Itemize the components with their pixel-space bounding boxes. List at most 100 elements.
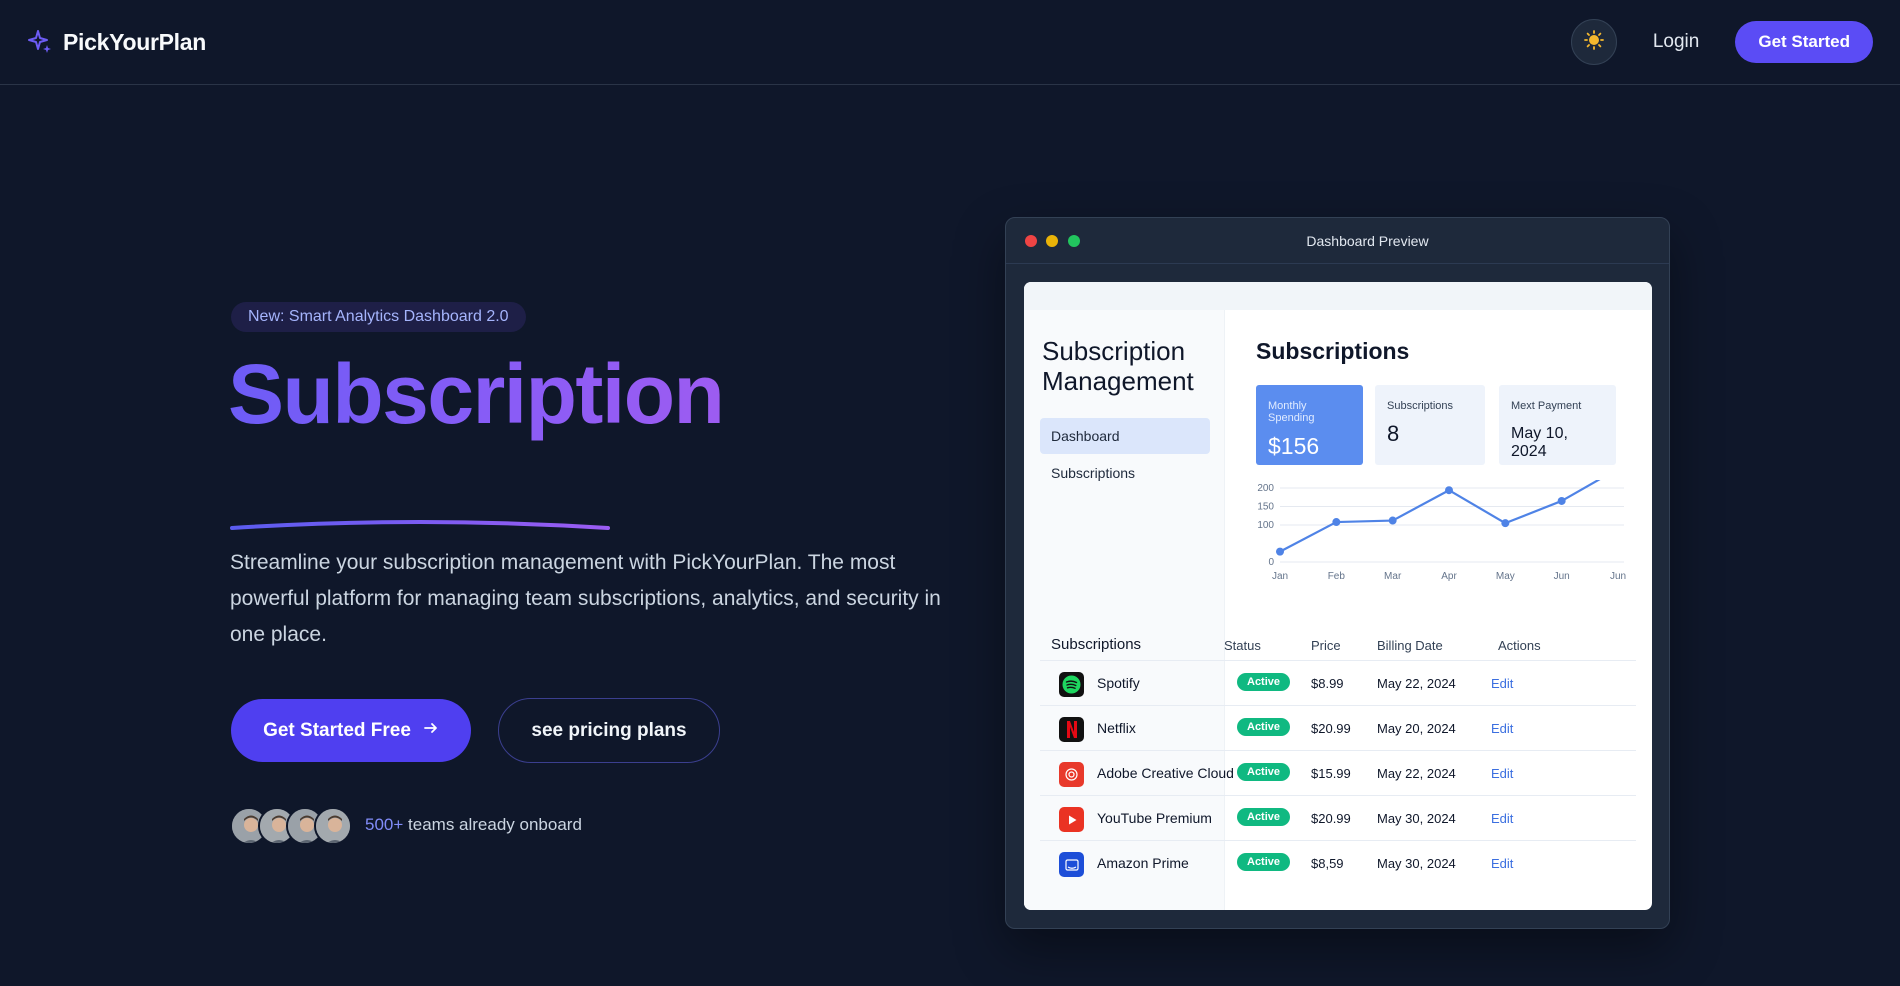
- top-nav: PickYourPlan Login Get Started: [0, 0, 1900, 85]
- theme-toggle-button[interactable]: [1570, 19, 1617, 65]
- data-point: [1445, 486, 1453, 495]
- billing-date: May 20, 2024: [1377, 721, 1456, 736]
- billing-date: May 22, 2024: [1377, 766, 1456, 781]
- card-label: Monthly Spending: [1268, 400, 1315, 424]
- status-badge: Active: [1237, 718, 1291, 736]
- card-value: May 10, 2024: [1511, 425, 1568, 460]
- x-tick-label: Jan: [1272, 571, 1288, 582]
- get-started-free-button[interactable]: Get Started Free: [231, 699, 471, 762]
- subscription-name: YouTube Premium: [1097, 810, 1212, 826]
- app-topbar: [1024, 282, 1652, 310]
- price: $8.99: [1311, 676, 1344, 691]
- x-tick-label: Jun: [1610, 571, 1626, 582]
- youtube-icon: [1059, 807, 1084, 832]
- announcement-badge[interactable]: New: Smart Analytics Dashboard 2.0: [231, 302, 526, 332]
- table-row: YouTube Premium Active $20.99 May 30, 20…: [1040, 795, 1636, 840]
- arrow-right-icon: [423, 720, 439, 742]
- subscription-name: Netflix: [1097, 720, 1136, 736]
- title-underline: [230, 520, 610, 530]
- spending-line-chart: 0 100 150 200 Jan Feb Mar Apr May Jun Jun: [1257, 480, 1626, 582]
- monthly-spending-card: Monthly Spending $156: [1256, 385, 1363, 465]
- subscription-name: Amazon Prime: [1097, 855, 1189, 871]
- avatar-group: [230, 807, 352, 845]
- y-tick-label: 0: [1268, 557, 1274, 568]
- price: $15.99: [1311, 766, 1351, 781]
- netflix-icon: [1059, 717, 1084, 742]
- dashboard-app: Subscription Management Dashboard Subscr…: [1024, 282, 1652, 910]
- maximize-dot: [1068, 235, 1080, 247]
- col-subscriptions: Subscriptions: [1051, 636, 1142, 653]
- adobe-icon: [1059, 762, 1084, 787]
- data-point: [1332, 518, 1341, 527]
- get-started-button[interactable]: Get Started: [1735, 21, 1873, 63]
- data-point: [1276, 547, 1284, 556]
- status-badge: Active: [1237, 673, 1291, 691]
- billing-date: May 30, 2024: [1377, 811, 1456, 826]
- edit-link[interactable]: Edit: [1491, 721, 1513, 736]
- dashboard-preview-window: Dashboard Preview Subscription Managemen…: [1005, 217, 1670, 929]
- social-label: teams already onboard: [403, 815, 582, 834]
- edit-link[interactable]: Edit: [1491, 856, 1513, 871]
- hero-description: Streamline your subscription management …: [230, 551, 941, 646]
- sun-icon: [1583, 29, 1604, 55]
- minimize-dot: [1046, 235, 1058, 247]
- card-value: $156: [1268, 433, 1320, 459]
- card-value: 8: [1387, 421, 1400, 446]
- x-tick-label: Mar: [1384, 571, 1402, 582]
- main-title: Subscriptions: [1256, 338, 1410, 364]
- col-billing-date: Billing Date: [1377, 638, 1443, 653]
- social-proof: 500+ teams already onboard: [365, 815, 582, 835]
- subscription-name: Spotify: [1097, 675, 1140, 691]
- amazon-icon: [1059, 852, 1084, 877]
- close-dot: [1025, 235, 1037, 247]
- x-tick-label: Apr: [1441, 571, 1457, 582]
- see-pricing-plans-button[interactable]: see pricing plans: [498, 698, 720, 763]
- col-price: Price: [1311, 638, 1341, 653]
- sidebar-title: Subscription Management: [1042, 336, 1194, 396]
- subscriptions-count-card: Subscriptions 8: [1375, 385, 1485, 465]
- sparkle-icon: [27, 29, 53, 55]
- window-titlebar: Dashboard Preview: [1006, 218, 1669, 264]
- card-label: Subscriptions: [1387, 400, 1454, 412]
- spotify-icon: [1059, 672, 1084, 697]
- login-link[interactable]: Login: [1653, 31, 1700, 53]
- table-row: Amazon Prime Active $8,59 May 30, 2024 E…: [1040, 840, 1636, 885]
- avatar: [314, 807, 352, 845]
- status-badge: Active: [1237, 808, 1291, 826]
- subscription-name: Adobe Creative Cloud: [1097, 765, 1234, 781]
- y-tick-label: 150: [1257, 502, 1274, 513]
- table-row: Netflix Active $20.99 May 20, 2024 Edit: [1040, 705, 1636, 750]
- edit-link[interactable]: Edit: [1491, 676, 1513, 691]
- x-tick-label: Feb: [1328, 571, 1346, 582]
- next-payment-card: Mext Payment May 10, 2024: [1499, 385, 1616, 465]
- y-tick-label: 100: [1257, 520, 1274, 531]
- table-row: Adobe Creative Cloud Active $15.99 May 2…: [1040, 750, 1636, 795]
- billing-date: May 22, 2024: [1377, 676, 1456, 691]
- data-point: [1388, 516, 1397, 525]
- status-badge: Active: [1237, 763, 1291, 781]
- data-point: [1501, 519, 1510, 528]
- col-actions: Actions: [1498, 638, 1541, 653]
- sidebar-item-dashboard[interactable]: Dashboard: [1040, 418, 1210, 454]
- billing-date: May 30, 2024: [1377, 856, 1456, 871]
- table-row: Spotify Active $8.99 May 22, 2024 Edit: [1040, 660, 1636, 705]
- data-point: [1557, 496, 1566, 505]
- hero-title: Subscription: [228, 344, 725, 444]
- brand-name: PickYourPlan: [63, 28, 206, 55]
- card-label: Mext Payment: [1511, 400, 1582, 412]
- brand[interactable]: PickYourPlan: [27, 29, 206, 56]
- x-tick-label: May: [1496, 571, 1515, 582]
- status-badge: Active: [1237, 853, 1291, 871]
- col-status: Status: [1224, 638, 1261, 653]
- price: $20.99: [1311, 721, 1351, 736]
- y-tick-label: 200: [1257, 483, 1274, 494]
- sidebar-item-subscriptions[interactable]: Subscriptions: [1040, 455, 1210, 491]
- table-header: Subscriptions Status Price Billing Date …: [1024, 632, 1652, 660]
- window-title: Dashboard Preview: [1306, 232, 1429, 249]
- x-tick-label: Jun: [1554, 571, 1570, 582]
- edit-link[interactable]: Edit: [1491, 766, 1513, 781]
- price: $8,59: [1311, 856, 1344, 871]
- edit-link[interactable]: Edit: [1491, 811, 1513, 826]
- price: $20.99: [1311, 811, 1351, 826]
- social-count: 500+: [365, 815, 404, 834]
